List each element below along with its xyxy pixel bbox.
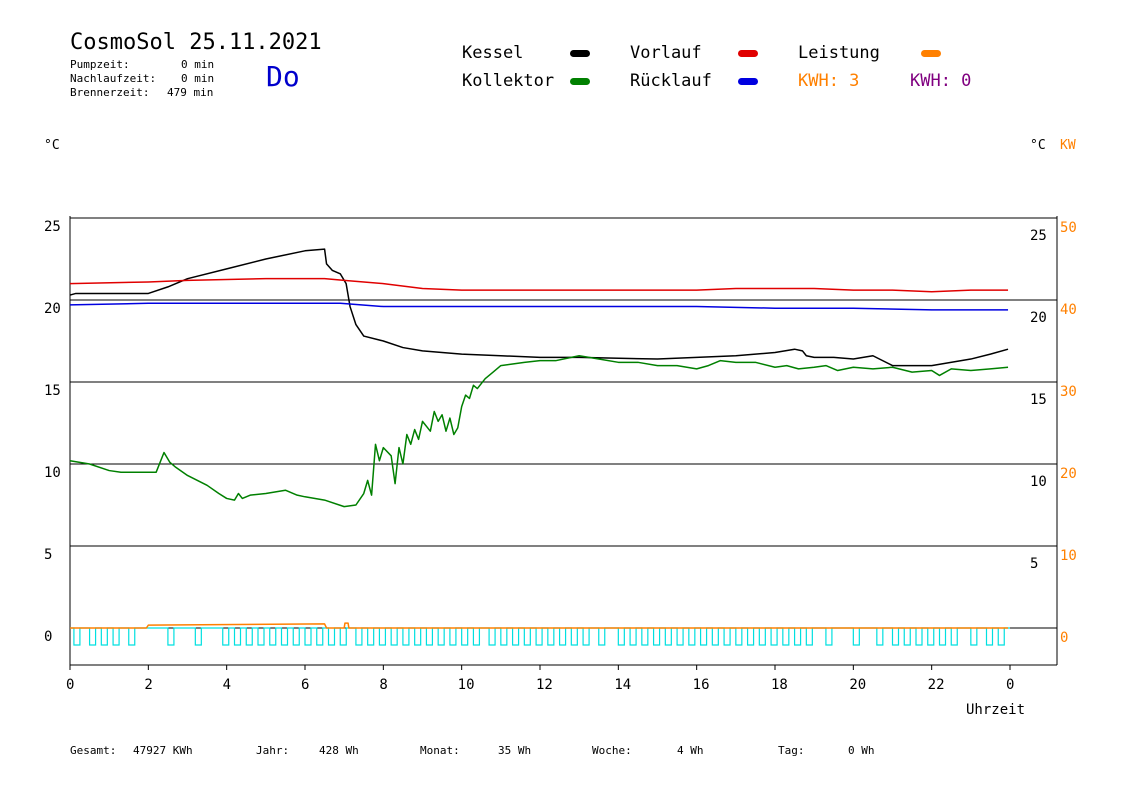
y-tick-right-c-15: 15 [1030,392,1047,408]
y-tick-right-c-5: 5 [1030,556,1038,572]
y-tick-left-10: 10 [44,465,61,481]
y-tick-left-5: 5 [44,547,52,563]
x-tick-9: 18 [771,677,788,693]
y-tick-right-kw-20: 20 [1060,466,1077,482]
y-tick-right-kw-0: 0 [1060,630,1068,646]
pump-state-trace [70,627,1010,646]
footer-tag-value: 0 Wh [848,744,875,757]
series-line-leistung [70,622,1009,629]
x-tick-6: 12 [536,677,553,693]
temperature-chart: 2520151050252015105504030201000 2 4 6 8 10 12 1… [44,216,1077,693]
series-line-ruecklauf [69,302,1009,311]
x-tick-8: 16 [693,677,710,693]
x-tick-1: 2 [144,677,152,693]
footer-gesamt-label: Gesamt: [70,744,117,757]
x-axis-label: Uhrzeit [966,702,1026,718]
x-tick-7: 14 [614,677,631,693]
y-tick-right-c-25: 25 [1030,228,1047,244]
x-tick-4: 8 [379,677,387,693]
footer-jahr-value: 428 Wh [319,744,359,757]
series-line-kessel [69,248,1009,367]
x-tick-11: 22 [928,677,945,693]
x-tick-10: 20 [849,677,866,693]
x-tick-5: 10 [458,677,475,693]
footer-gesamt-value: 47927 KWh [133,744,193,757]
x-tick-0: 0 [66,677,74,693]
y-tick-left-15: 15 [44,383,61,399]
y-tick-left-0: 0 [44,629,52,645]
y-tick-right-kw-50: 50 [1060,220,1077,236]
footer-woche-value: 4 Wh [677,744,704,757]
footer-tag-label: Tag: [778,744,805,757]
y-tick-right-kw-40: 40 [1060,302,1077,318]
y-tick-right-kw-30: 30 [1060,384,1077,400]
y-tick-right-c-20: 20 [1030,310,1047,326]
footer-monat-value: 35 Wh [498,744,532,757]
y-tick-left-20: 20 [44,301,61,317]
series-line-kollektor [69,355,1009,508]
footer-jahr-label: Jahr: [256,744,290,757]
series-line-vorlauf [69,277,1009,293]
y-tick-right-c-10: 10 [1030,474,1047,490]
y-tick-right-kw-10: 10 [1060,548,1077,564]
x-tick-2: 4 [223,677,231,693]
x-tick-12: 0 [1006,677,1014,693]
footer-woche-label: Woche: [592,744,632,757]
x-tick-3: 6 [301,677,309,693]
footer-monat-label: Monat: [420,744,460,757]
y-tick-left-25: 25 [44,219,61,235]
